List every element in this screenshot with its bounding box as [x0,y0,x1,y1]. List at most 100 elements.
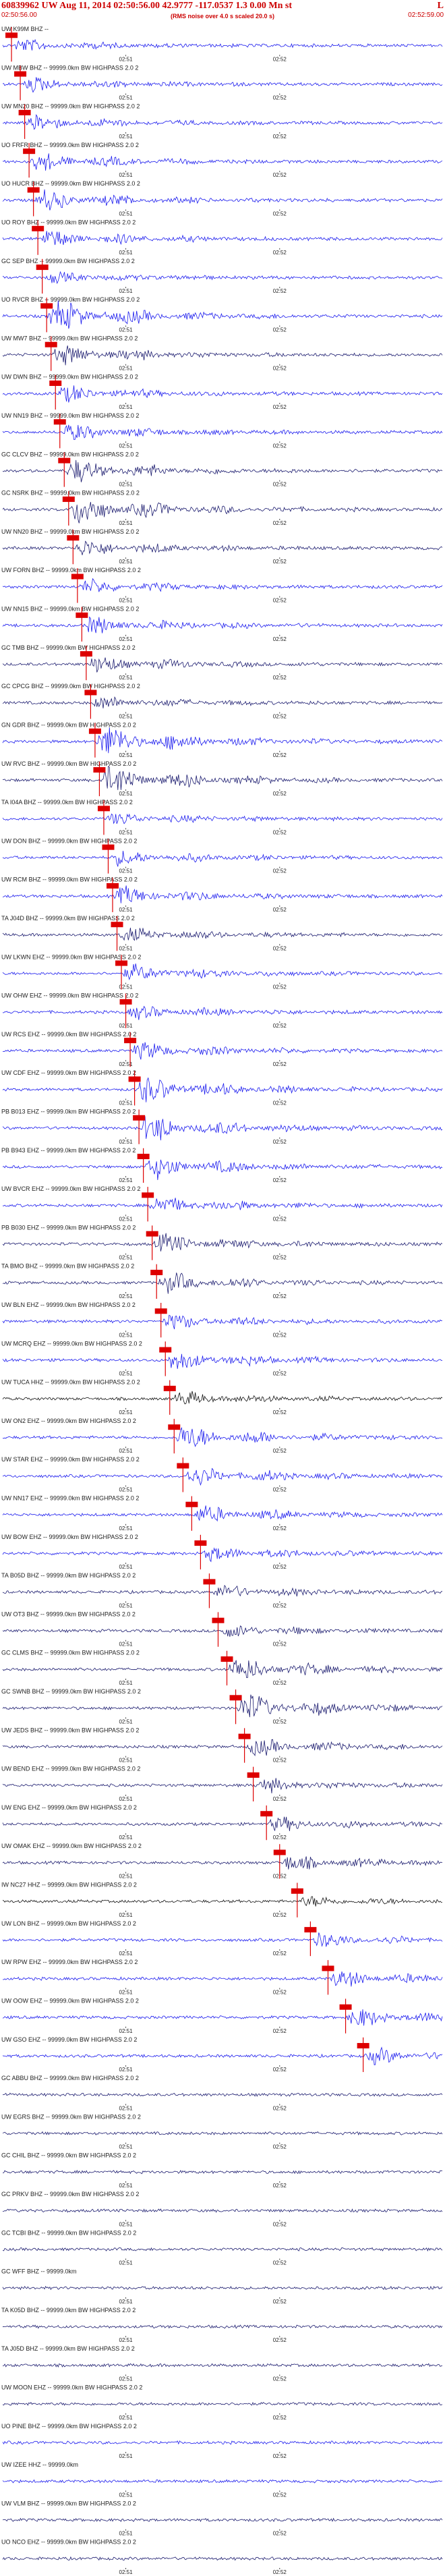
time-tick-label: 02:52 [273,1216,287,1222]
time-tick-label: 02:52 [273,752,287,758]
trace-row: GC WFF BHZ -- 99999.0km 02:51 02:52 [1,2268,443,2305]
waveform [2,2440,443,2445]
station-label: TA J05D BHZ -- 99999.0km BW HIGHPASS 2.0… [1,2345,135,2352]
time-tick-label: 02:51 [119,172,134,178]
station-label: GC CPCG BHZ -- 99999.0km BW HIGHPASS 2.0… [1,683,140,690]
time-tick-label: 02:51 [119,907,134,913]
waveform [2,189,443,211]
waveform [2,765,443,790]
waveform [2,1233,443,1252]
seismogram-panel: UW K99M BHZ -- 02:51 02:52 UW MBW BHZ -- 99… [1,26,443,2575]
time-tick-label: 02:51 [119,1448,134,1454]
time-tick-label: 02:51 [119,1951,134,1957]
time-tick-label: 02:52 [273,1139,287,1145]
time-tick-label: 02:51 [119,675,134,681]
station-label: UW DWN BHZ -- 99999.0km BW HIGHPASS 2.0 … [1,374,138,381]
trace-row: PB B030 EHZ -- 99999.0km BW HIGHPASS 2.0… [1,1224,443,1261]
waveform [2,616,443,634]
trace-row: UW OMAK EHZ -- 99999.0km BW HIGHPASS 2.0… [1,1843,443,1880]
waveform [2,385,443,403]
waveform [2,1314,442,1330]
time-tick-label: 02:52 [273,1989,287,1995]
waveform [2,727,443,754]
station-label: GC SWNB BHZ -- 99999.0km BW HIGHPASS 2.0… [1,1688,141,1695]
time-tick-label: 02:52 [273,1796,287,1802]
waveform [2,424,443,441]
trace-row: GC CHIL BHZ -- 99999.0km BW HIGHPASS 2.0… [1,2152,443,2189]
station-label: UW TUCA HHZ -- 99999.0km BW HIGHPASS 2.0… [1,1379,140,1386]
time-tick-label: 02:52 [273,598,287,604]
time-tick-label: 02:52 [273,2453,287,2459]
time-tick-label: 02:52 [273,288,287,294]
time-tick-label: 02:51 [119,1680,134,1686]
waveform [2,963,443,980]
waveform [2,927,443,941]
time-tick-label: 02:51 [119,1525,134,1532]
time-tick-label: 02:52 [273,1487,287,1493]
time-tick-label: 02:52 [273,2144,287,2150]
trace-row: UW RPW EHZ -- 99999.0km BW HIGHPASS 2.0 … [1,1959,443,1995]
time-tick-label: 02:52 [273,1525,287,1532]
time-tick-label: 02:51 [119,1371,134,1377]
station-label: UO NCO EHZ -- 99999.0km BW HIGHPASS 2.0 … [1,2539,136,2546]
trace-row: TA J04D BHZ -- 99999.0km BW HIGHPASS 2.0… [1,915,443,951]
station-label: UW RCM BHZ -- 99999.0km BW HIGHPASS 2.0 … [1,876,138,883]
time-tick-label: 02:51 [119,2415,134,2421]
time-tick-label: 02:51 [119,327,134,333]
trace-row: UW JEDS BHZ -- 99999.0km BW HIGHPASS 2.0… [1,1727,443,1764]
time-tick-label: 02:52 [273,56,287,62]
waveform [3,2169,443,2175]
waveform [2,2247,443,2251]
trace-row: GC CLCV BHZ -- 99999.0km BW HIGHPASS 2.0… [1,451,443,488]
trace-row: UW RVC BHZ -- 99999.0km BW HIGHPASS 2.0 … [1,760,443,797]
time-tick-label: 02:52 [273,984,287,990]
waveform [2,1584,443,1597]
station-label: UW MCRQ EHZ -- 99999.0km BW HIGHPASS 2.0… [1,1340,142,1347]
waveform [2,459,443,482]
time-tick-label: 02:52 [273,559,287,565]
trace-row: GC CLMS BHZ -- 99999.0km BW HIGHPASS 2.0… [1,1650,443,1686]
station-label: UW RVC BHZ -- 99999.0km BW HIGHPASS 2.0 … [1,760,136,767]
time-tick-label: 02:51 [119,404,134,410]
station-label: GC CHIL BHZ -- 99999.0km BW HIGHPASS 2.0… [1,2152,136,2159]
station-label: UW BVCR EHZ -- 99999.0km BW HIGHPASS 2.0… [1,1185,140,1192]
time-tick-label: 02:52 [273,1680,287,1686]
waveform [2,114,443,130]
waveform [2,231,443,246]
time-tick-label: 02:52 [273,1912,287,1918]
station-label: UW NN19 BHZ -- 99999.0km BW HIGHPASS 2.0… [1,412,139,419]
trace-row: UO HUCR BHZ -- 99999.0km BW HIGHPASS 2.0… [1,180,443,217]
station-label: UW OT3 BHZ -- 99999.0km BW HIGHPASS 2.0 … [1,1611,136,1617]
time-tick-label: 02:51 [119,56,134,62]
time-tick-label: 02:51 [119,520,134,526]
waveform [2,153,443,171]
station-label: UW BOW EHZ -- 99999.0km BW HIGHPASS 2.0 … [1,1534,138,1540]
waveform [2,1005,443,1020]
time-tick-label: 02:51 [119,1758,134,1764]
waveform [2,1116,443,1141]
station-label: GC TCBI BHZ -- 99999.0km BW HIGHPASS 2.0… [1,2229,136,2236]
waveform [2,1077,443,1102]
record-header: 60839962 UW Aug 11, 2014 02:50:56.00 42.… [0,0,445,27]
trace-row: UO FRFR BHZ -- 99999.0km BW HIGHPASS 2.0… [1,142,443,178]
waveform [2,813,443,824]
waveform [2,1856,443,1870]
time-tick-label: 02:51 [119,1835,134,1841]
trace-row: TA J05D BHZ -- 99999.0km BW HIGHPASS 2.0… [1,2345,443,2382]
waveform [2,77,443,93]
time-tick-label: 02:52 [273,366,287,372]
station-label: UW RCS EHZ -- 99999.0km BW HIGHPASS 2.0 … [1,1031,136,1038]
waveform [2,271,443,284]
time-tick-label: 02:52 [273,1100,287,1106]
station-label: UW JEDS BHZ -- 99999.0km BW HIGHPASS 2.0… [1,1727,139,1733]
waveform [3,1198,443,1210]
time-tick-label: 02:52 [273,829,287,835]
time-tick-label: 02:51 [119,2144,134,2150]
station-label: TA B05D BHZ -- 99999.0km BW HIGHPASS 2.0… [1,1572,136,1579]
trace-row: UW EGRS BHZ -- 99999.0km BW HIGHPASS 2.0… [1,2113,443,2150]
waveform [2,300,443,329]
time-tick-label: 02:51 [119,1216,134,1222]
trace-row: UW VLM BHZ -- 99999.0km BW HIGHPASS 2.0 … [1,2500,443,2537]
waveform [2,1547,443,1563]
station-label: UW BEND EHZ -- 99999.0km BW HIGHPASS 2.0… [1,1766,140,1772]
